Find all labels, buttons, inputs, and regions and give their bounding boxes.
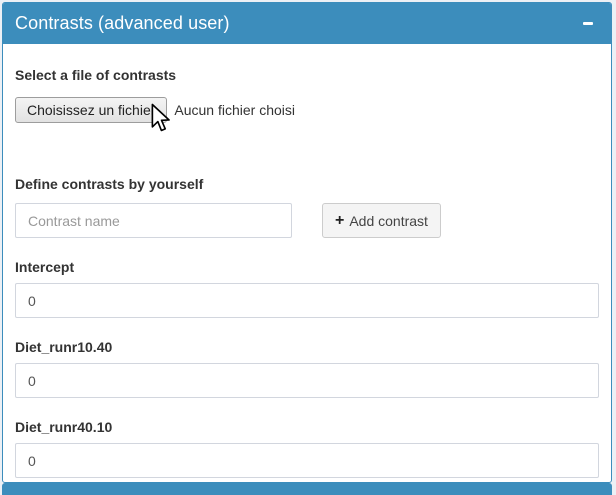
- file-status-text: Aucun fichier choisi: [174, 102, 295, 118]
- file-input: Choisissez un fichier Aucun fichier choi…: [15, 97, 599, 123]
- contrast-field-input[interactable]: [15, 363, 599, 398]
- add-contrast-button[interactable]: + Add contrast: [322, 203, 441, 238]
- panel-body: Select a file of contrasts Choisissez un…: [3, 44, 611, 478]
- contrast-field-input[interactable]: [15, 283, 599, 318]
- contrasts-panel: Contrasts (advanced user) Select a file …: [2, 2, 612, 483]
- contrast-field-label: Diet_runr40.10: [15, 419, 599, 435]
- contrast-field-intercept: Intercept: [15, 259, 599, 318]
- file-choose-button[interactable]: Choisissez un fichier: [15, 97, 167, 123]
- define-contrast-row: + Add contrast: [15, 203, 599, 238]
- define-section-label: Define contrasts by yourself: [15, 176, 599, 192]
- next-panel-header[interactable]: [2, 483, 612, 495]
- contrast-field-label: Diet_runr10.40: [15, 339, 599, 355]
- contrast-name-input[interactable]: [15, 203, 292, 238]
- panel-header: Contrasts (advanced user): [3, 3, 611, 44]
- add-contrast-button-label: Add contrast: [349, 213, 428, 229]
- contrast-field-diet-runr40-10: Diet_runr40.10: [15, 419, 599, 478]
- collapse-button[interactable]: [577, 13, 599, 35]
- plus-icon: +: [335, 213, 344, 229]
- page: { "page": { "accent_color": "#3c8dbc", "…: [0, 0, 616, 486]
- minus-icon: [583, 22, 593, 25]
- contrast-field-label: Intercept: [15, 259, 599, 275]
- file-section-label: Select a file of contrasts: [15, 67, 599, 83]
- panel-title: Contrasts (advanced user): [15, 13, 230, 34]
- contrast-field-input[interactable]: [15, 443, 599, 478]
- contrast-field-diet-runr10-40: Diet_runr10.40: [15, 339, 599, 398]
